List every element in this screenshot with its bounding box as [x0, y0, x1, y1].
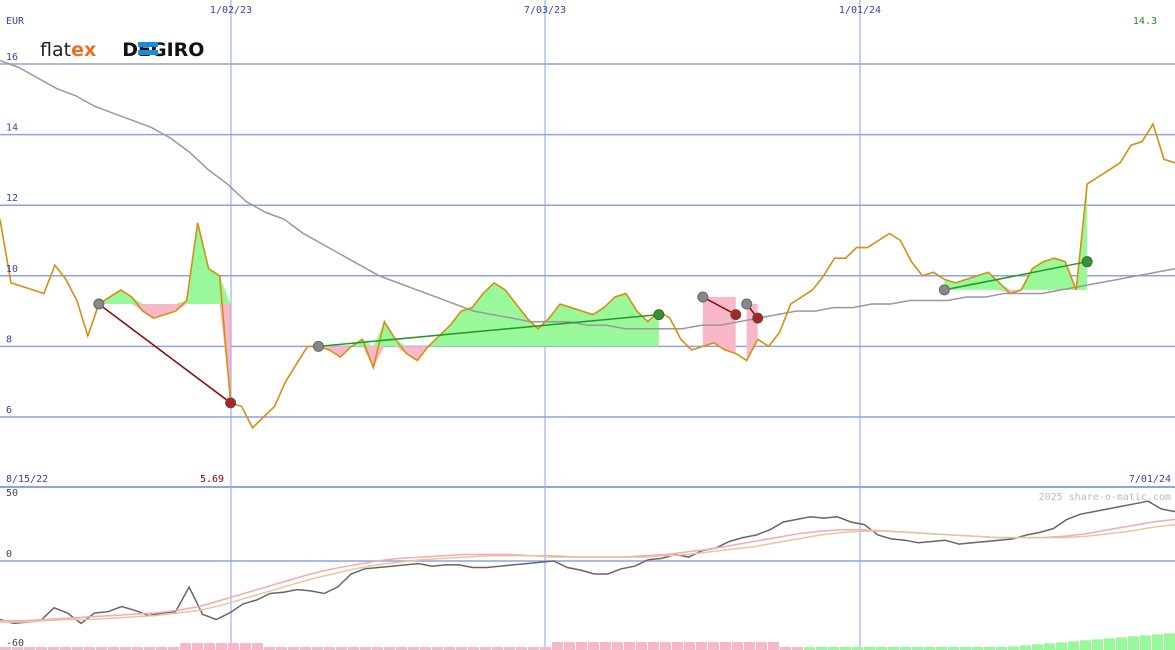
osc-hist-bar — [1164, 633, 1175, 650]
x-tick-0: 1/02/23 — [210, 5, 252, 16]
trade-entry-marker-4 — [938, 284, 950, 296]
osc-hist-bar — [612, 642, 623, 650]
osc-line-oscillator — [0, 500, 1175, 625]
osc-hist-bar — [576, 642, 587, 650]
osc-line-signal-slow — [0, 523, 1175, 623]
logo-flat: flat — [40, 39, 71, 61]
osc-hist-bar — [1068, 641, 1079, 650]
osc-hist-bar — [1116, 637, 1127, 650]
watermark: 2025 share-o-matic.com — [1039, 492, 1171, 503]
osc-hist-bar — [756, 642, 767, 650]
osc-hist-bar — [228, 643, 239, 650]
osc-hist-bar — [1032, 644, 1043, 650]
osc-hist-bar — [1056, 642, 1067, 650]
trade-entry-marker-1 — [312, 340, 324, 352]
osc-hist-bar — [1104, 638, 1115, 650]
oscillator-panel — [0, 500, 1175, 650]
osc-hist-bar — [744, 642, 755, 650]
osc-hist-bar — [1092, 639, 1103, 650]
osc-hist-bar — [708, 642, 719, 650]
trade-exit-marker-2 — [730, 309, 742, 321]
x-tick-1: 7/03/23 — [524, 5, 566, 16]
trade-entry-marker-2 — [697, 291, 709, 303]
stock-chart: 6 8 10 12 14 16 1/02/23 7/03/23 1/01/24 EUR 14.3 8/… — [0, 0, 1175, 650]
osc-hist-bar — [588, 642, 599, 650]
y-tick-16: 16 — [6, 52, 18, 63]
osc-y-tick-50: 50 — [6, 488, 18, 499]
osc-hist-bar — [1044, 643, 1055, 650]
y-tick-12: 12 — [6, 193, 18, 204]
trade-entry-marker-3 — [741, 298, 753, 310]
osc-hist-bar — [240, 643, 251, 650]
osc-hist-bar — [768, 642, 779, 650]
osc-hist-bar — [1020, 645, 1031, 650]
trade-line-0 — [98, 303, 232, 404]
osc-y-tick--60: -60 — [6, 638, 24, 649]
start-date-label: 8/15/22 — [6, 474, 48, 485]
y-tick-10: 10 — [6, 264, 18, 275]
logo: flatex DEGIRO — [40, 39, 204, 61]
osc-hist-bar — [636, 642, 647, 650]
y-tick-8: 8 — [6, 334, 12, 345]
osc-hist-bar — [552, 642, 563, 650]
logo-mark-bottom — [138, 50, 158, 55]
trade-loss-fill-3 — [746, 304, 758, 361]
osc-hist-bar — [180, 643, 191, 650]
trade-entry-marker-0 — [93, 298, 105, 310]
osc-hist-bar — [660, 642, 671, 650]
chart-root: 6 8 10 12 14 16 1/02/23 7/03/23 1/01/24 EUR 14.3 8/… — [0, 0, 1175, 650]
osc-hist-bar — [672, 642, 683, 650]
trade-exit-marker-3 — [752, 312, 764, 324]
series-lines — [0, 59, 1175, 430]
osc-hist-bar — [1128, 636, 1139, 650]
currency-label: EUR — [6, 16, 25, 27]
osc-hist-bar — [600, 642, 611, 650]
osc-hist-bar — [732, 642, 743, 650]
osc-hist-bar — [720, 642, 731, 650]
osc-line-signal-fast — [0, 518, 1175, 622]
osc-y-tick-0: 0 — [6, 549, 12, 560]
osc-hist-bar — [1152, 634, 1163, 650]
logo-ex: ex — [71, 39, 96, 61]
osc-hist-bar — [624, 642, 635, 650]
end-date-label: 7/01/24 — [1129, 474, 1171, 485]
osc-hist-bar — [216, 643, 227, 650]
trade-exit-marker-0 — [225, 397, 237, 409]
logo-mark-top — [138, 42, 158, 47]
osc-hist-bar — [648, 642, 659, 650]
trade-fills — [98, 184, 1088, 403]
osc-hist-bar — [684, 642, 695, 650]
osc-hist-bar — [192, 643, 203, 650]
trade-gain-fill-4 — [944, 184, 1088, 290]
logo-text: flatex DEGIRO — [40, 39, 204, 61]
osc-hist-bar — [1008, 646, 1019, 650]
logo-degiro: DEGIRO — [122, 39, 204, 61]
osc-hist-bar — [696, 642, 707, 650]
osc-hist-bar — [204, 643, 215, 650]
y-tick-6: 6 — [6, 405, 12, 416]
osc-hist-bar — [564, 642, 575, 650]
osc-hist-bar — [1140, 635, 1151, 650]
y-tick-14: 14 — [6, 123, 18, 134]
osc-hist-bar — [1080, 640, 1091, 650]
x-tick-2: 1/01/24 — [839, 5, 881, 16]
osc-hist-bar — [252, 643, 263, 650]
trade-exit-marker-1 — [653, 309, 665, 321]
trade-markers — [93, 256, 1093, 409]
last-value-label: 14.3 — [1133, 16, 1157, 27]
trade-exit-marker-4 — [1081, 256, 1093, 268]
low-value-label: 5.69 — [200, 474, 224, 485]
